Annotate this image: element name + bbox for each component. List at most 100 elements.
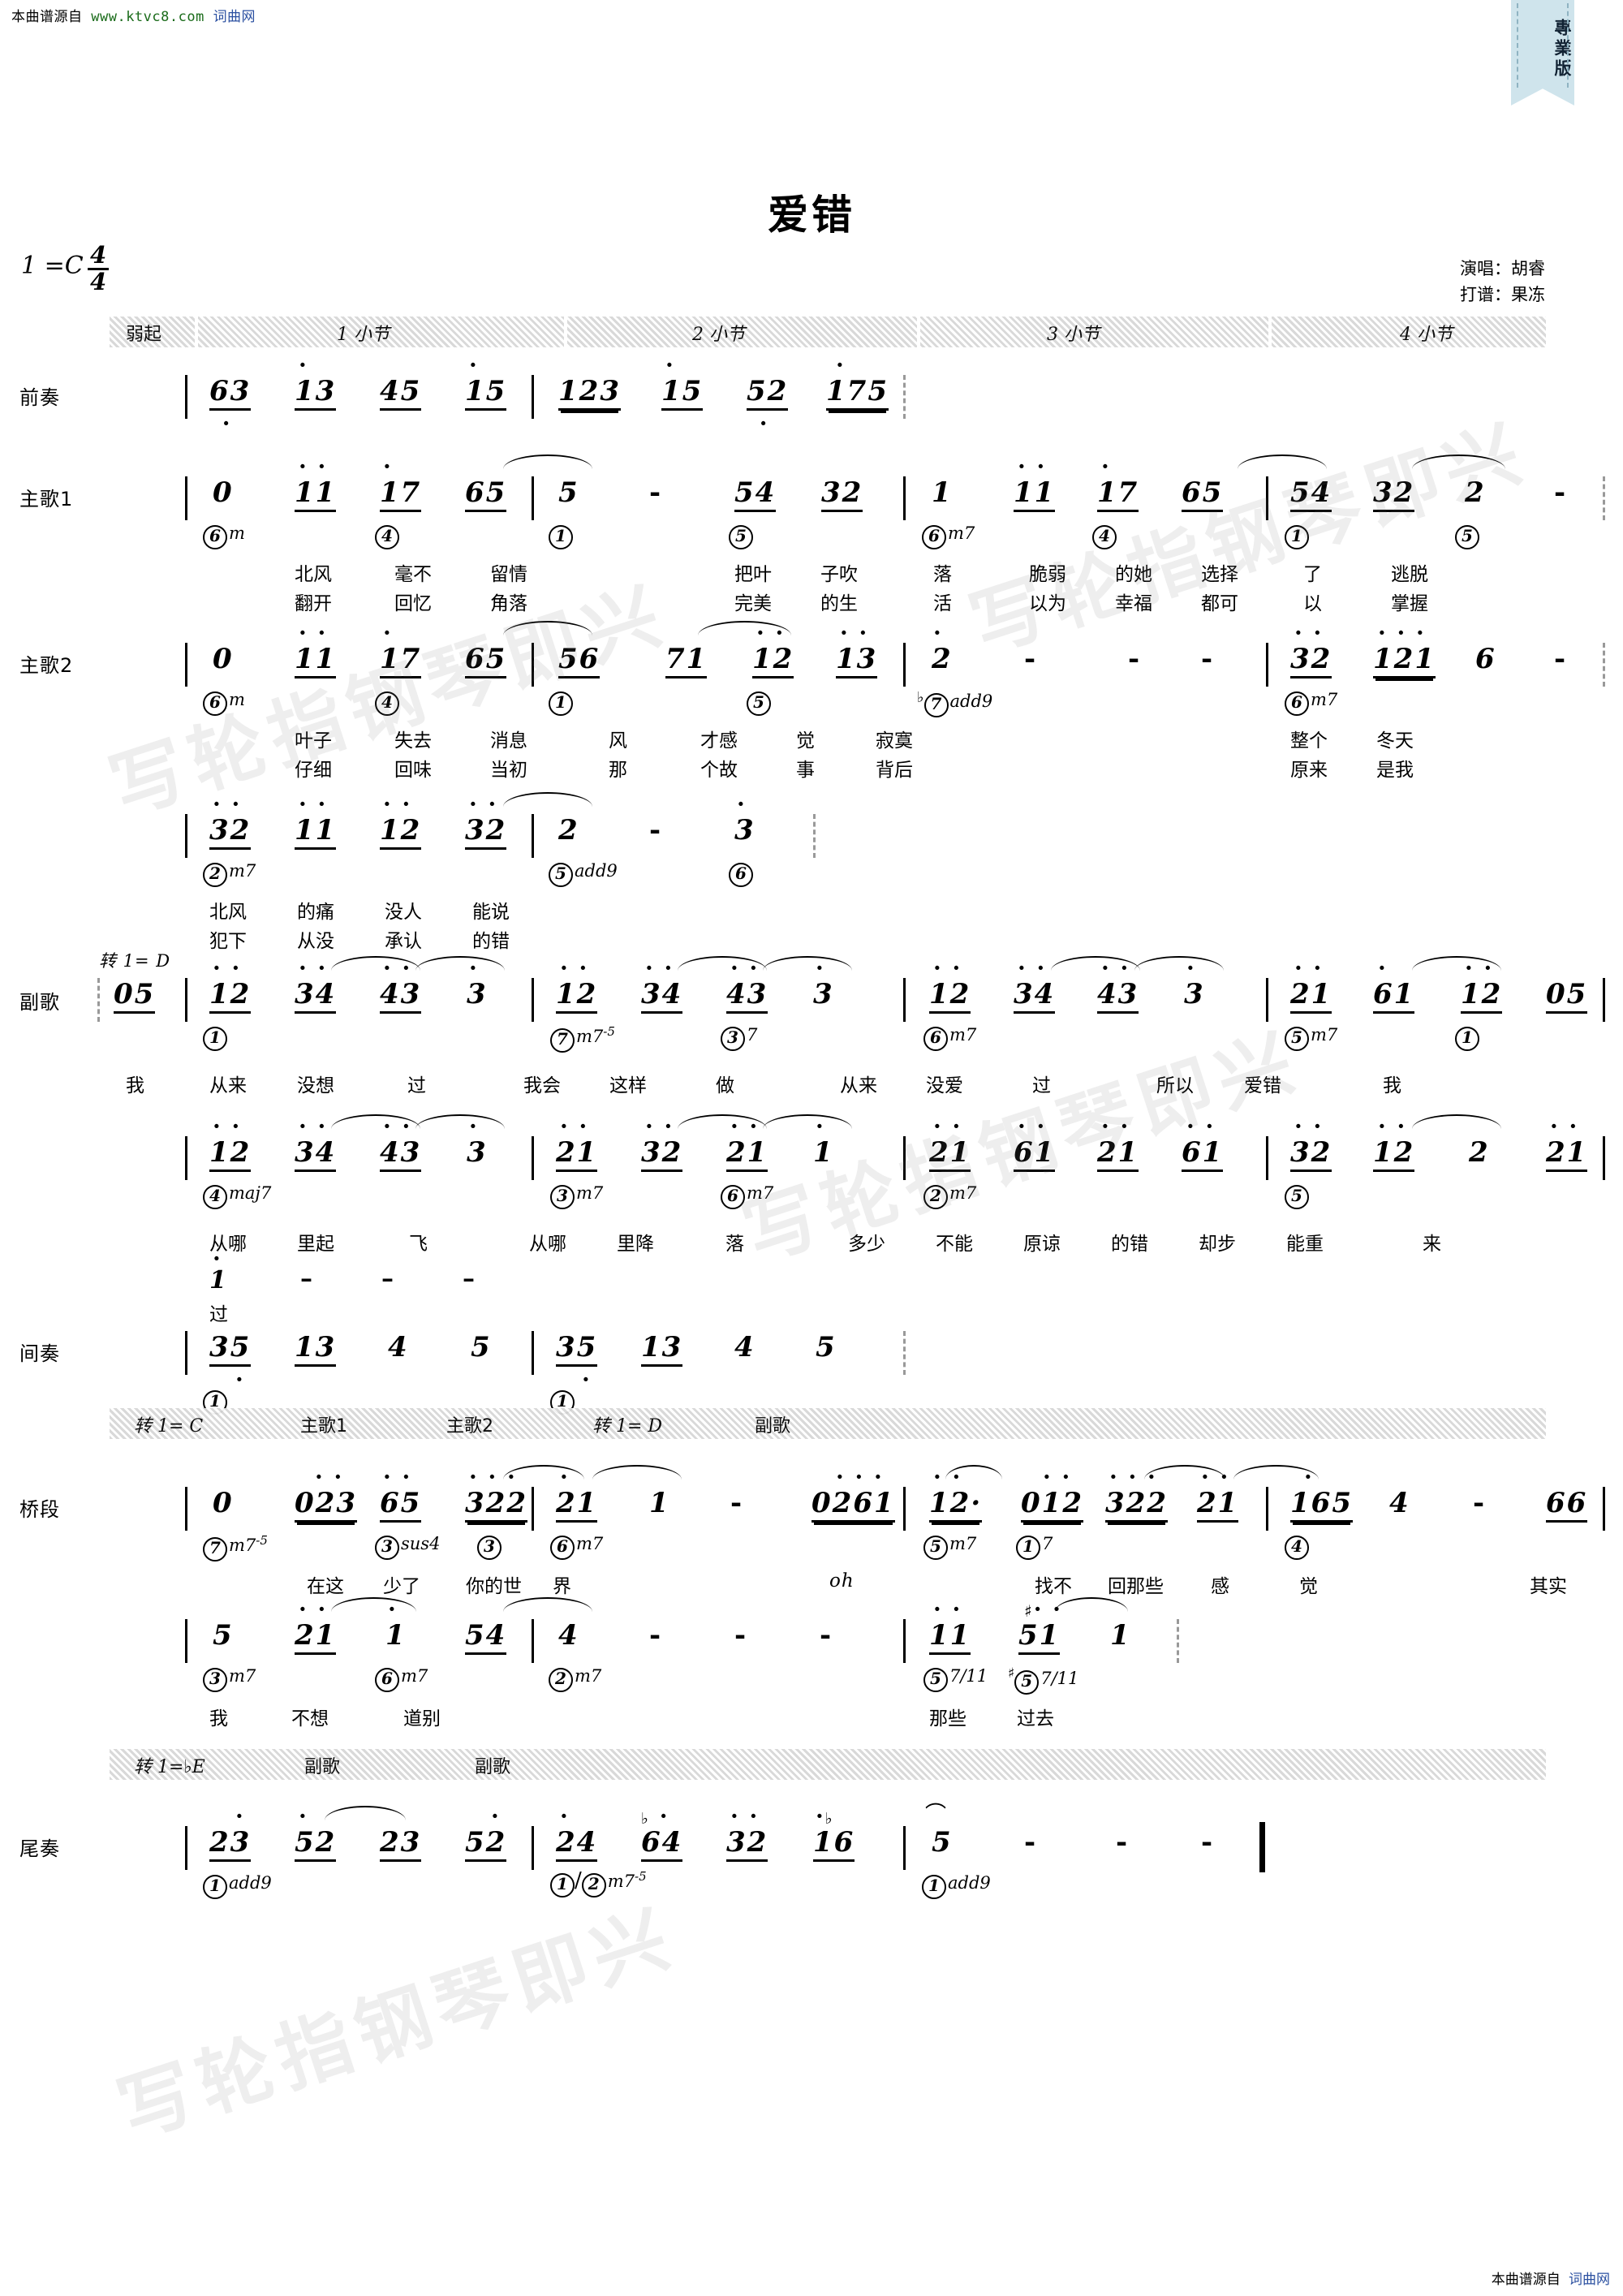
chord-symbol: 4	[1285, 1533, 1309, 1560]
octave-dot-high: · ·	[1201, 1463, 1230, 1490]
note-group: 165	[1290, 1487, 1353, 1523]
barline	[185, 1331, 187, 1375]
source-credit-line: 本曲谱源自 www.ktvc8.com 词曲网	[11, 5, 256, 25]
chord-symbol: 1	[549, 523, 573, 549]
octave-dot-low: ·	[582, 1366, 592, 1393]
octave-dot-high: · ·	[1294, 1113, 1324, 1139]
banner-divider	[195, 317, 198, 347]
note-group: 3	[813, 978, 834, 1010]
note-group: 23	[380, 1826, 422, 1862]
note-group: 5	[471, 1331, 492, 1363]
note-group: 12	[209, 1136, 252, 1172]
chord-symbol: 1 add9	[922, 1872, 991, 1899]
note-group: 12	[380, 814, 422, 850]
note-group: 32	[641, 1136, 683, 1172]
octave-dot-high: · ·	[299, 619, 328, 646]
octave-dot-high: · ·	[645, 1113, 674, 1139]
note-group: 3	[1184, 978, 1205, 1010]
slur	[1412, 454, 1505, 469]
note-group: 32	[821, 476, 863, 512]
note-group: 13	[295, 1331, 337, 1367]
octave-dot-high: ·	[836, 351, 865, 378]
note-group: 15	[465, 375, 507, 411]
lyric-tail: 过	[209, 1304, 229, 1325]
note-group: 71	[665, 643, 708, 678]
sustain-dash: -	[730, 1487, 743, 1519]
note-group: 32	[726, 1826, 768, 1862]
note-group: 2	[932, 643, 953, 675]
note-group: 012	[1021, 1487, 1083, 1523]
slur	[1134, 956, 1224, 971]
note-group: 21	[1197, 1487, 1239, 1523]
octave-dot-high: ·	[816, 1113, 825, 1139]
sustain-dash: -	[1024, 643, 1036, 675]
watermark: 写轮指钢琴即兴	[960, 407, 1539, 670]
octave-dot-high: ·	[235, 1803, 245, 1829]
note-group: 34	[641, 978, 683, 1014]
octave-dot-high: · ·	[213, 790, 242, 817]
bridge-banner-cell-4: 转 1= D	[592, 1416, 663, 1437]
key-signature: 1 =C	[21, 252, 84, 280]
barline	[185, 375, 187, 419]
sustain-dash: -	[649, 814, 661, 846]
note-group: 2	[1465, 476, 1486, 509]
octave-dot-high: ♭ ·	[641, 1803, 669, 1829]
barline	[185, 1826, 187, 1870]
barline	[903, 1487, 906, 1531]
note-group: 21	[1290, 978, 1332, 1014]
note-group: 32	[1373, 476, 1415, 512]
note-group: 54	[734, 476, 777, 512]
barline	[903, 643, 906, 687]
barline	[1266, 643, 1268, 687]
note-group: 21	[1546, 1136, 1588, 1172]
sustain-dash: –	[463, 1264, 475, 1293]
octave-dot-high: · ·	[933, 1596, 962, 1622]
chord-symbol: 5 m7	[923, 1533, 976, 1560]
barline	[532, 375, 534, 419]
note-group: 11	[1014, 476, 1056, 512]
note-group: 1	[813, 1136, 834, 1169]
chord-symbol: 5 m7	[1285, 1024, 1337, 1051]
note-group: 5	[816, 1331, 837, 1363]
octave-dot-high: ·	[469, 954, 479, 981]
barline-dashed	[903, 1331, 906, 1375]
octave-dot-high: · ·	[383, 790, 412, 817]
banner-cell-m3: 3 小节	[1047, 325, 1100, 345]
octave-dot-high: · ·	[383, 954, 412, 981]
note-group: 322	[1105, 1487, 1168, 1523]
barline	[532, 1826, 534, 1870]
note-group: 51	[1018, 1619, 1061, 1655]
chord-symbol: 2 m7	[549, 1665, 601, 1692]
octave-dot-high: · ·	[645, 954, 674, 981]
note-group: 35	[556, 1331, 598, 1367]
lyric-line-1: 在这 少了 你的世界	[307, 1576, 571, 1597]
sustain-dash: -	[1024, 1826, 1036, 1859]
banner-divider	[564, 317, 567, 347]
octave-dot-high: · ·	[1101, 954, 1130, 981]
octave-dot-high: · ·	[933, 954, 962, 981]
note-group: 4	[734, 1331, 756, 1363]
banner-divider	[1268, 317, 1272, 347]
barline	[1266, 1136, 1268, 1180]
note-group: 12	[1373, 1136, 1415, 1172]
note-group: 43	[380, 978, 422, 1014]
chord-symbol: 4 maj7	[203, 1182, 271, 1209]
octave-dot-high: ·	[469, 1113, 479, 1139]
octave-dot-high: · ·	[299, 1113, 328, 1139]
note-group: 24	[556, 1826, 598, 1862]
octave-dot-high: · ·	[840, 619, 869, 646]
chord-symbol: 1	[203, 1024, 227, 1051]
octave-dot-high: ·	[816, 954, 825, 981]
note-group: 23	[209, 1826, 252, 1862]
note-group: 0261	[812, 1487, 895, 1523]
note-group: 11	[295, 814, 337, 850]
octave-dot-low: ·	[235, 1366, 245, 1393]
chord-symbol: 17	[1016, 1533, 1053, 1560]
chord-symbol: ♯ 5 7/11	[1008, 1665, 1078, 1695]
octave-dot-high: · ·	[383, 1113, 412, 1139]
note-group: 17	[1097, 476, 1139, 512]
chord-symbol: 6 m7	[1285, 689, 1337, 716]
lyric-line-1: 叶子 失去 消息风才感觉寂寞	[295, 730, 913, 752]
barline	[1603, 1136, 1605, 1180]
note-group: 21	[556, 1487, 598, 1523]
